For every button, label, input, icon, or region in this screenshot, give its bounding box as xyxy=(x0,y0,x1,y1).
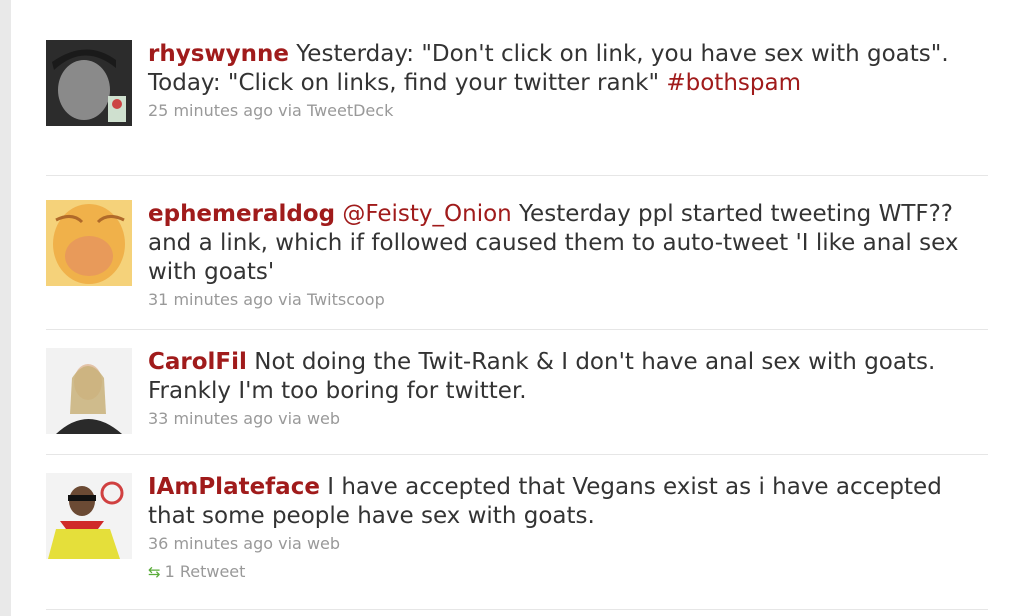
avatar[interactable] xyxy=(46,348,132,434)
tweet-meta[interactable]: 25 minutes ago via TweetDeck xyxy=(148,100,988,122)
tweet-body: Not doing the Twit-Rank & I don't have a… xyxy=(148,349,936,404)
retweet-label: 1 Retweet xyxy=(164,562,246,581)
hashtag-link[interactable]: #bothspam xyxy=(666,70,801,96)
tweet-text: ephemeraldog @Feisty_Onion Yesterday ppl… xyxy=(148,200,988,287)
tweet-text: CarolFil Not doing the Twit-Rank & I don… xyxy=(148,348,988,406)
tweet-meta[interactable]: 33 minutes ago via web xyxy=(148,408,988,430)
tweet-meta[interactable]: 31 minutes ago via Twitscoop xyxy=(148,289,988,311)
mention-link[interactable]: @Feisty_Onion xyxy=(342,201,511,227)
page-edge-strip xyxy=(0,0,11,616)
avatar[interactable] xyxy=(46,40,132,126)
tweet-item: CarolFil Not doing the Twit-Rank & I don… xyxy=(46,330,988,455)
tweet-item: ephemeraldog @Feisty_Onion Yesterday ppl… xyxy=(46,176,988,330)
tweet-meta[interactable]: 36 minutes ago via web xyxy=(148,533,988,555)
retweet-icon: ⇆ xyxy=(148,563,161,581)
tweet-text: IAmPlateface I have accepted that Vegans… xyxy=(148,473,988,531)
author-name[interactable]: CarolFil xyxy=(148,349,247,375)
retweet-count[interactable]: ⇆ 1 Retweet xyxy=(148,561,988,583)
author-name[interactable]: ephemeraldog xyxy=(148,201,335,227)
avatar[interactable] xyxy=(46,473,132,559)
author-name[interactable]: IAmPlateface xyxy=(148,474,320,500)
tweet-text: rhyswynne Yesterday: "Don't click on lin… xyxy=(148,40,988,98)
tweet-item: IAmPlateface I have accepted that Vegans… xyxy=(46,455,988,610)
avatar[interactable] xyxy=(46,200,132,286)
author-name[interactable]: rhyswynne xyxy=(148,41,289,67)
tweet-timeline: rhyswynne Yesterday: "Don't click on lin… xyxy=(46,0,988,610)
tweet-item: rhyswynne Yesterday: "Don't click on lin… xyxy=(46,0,988,176)
